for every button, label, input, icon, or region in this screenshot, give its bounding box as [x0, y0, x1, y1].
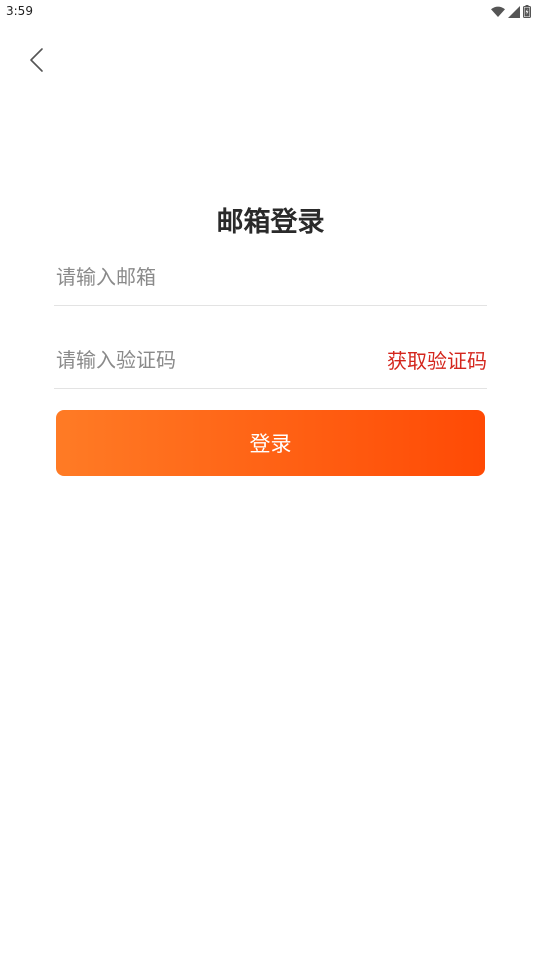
page-title: 邮箱登录 [216, 207, 325, 238]
wifi-icon [491, 3, 505, 22]
signal-icon [508, 3, 520, 22]
verification-code-input[interactable] [54, 331, 356, 388]
status-time: 3:59 [6, 4, 33, 18]
login-button[interactable]: 登录 [56, 410, 485, 476]
back-button[interactable] [22, 44, 52, 76]
chevron-left-icon [22, 48, 52, 80]
login-button-label: 登录 [249, 432, 292, 456]
code-field-container: 获取验证码 [54, 331, 487, 389]
status-bar: 3:59 [0, 0, 541, 24]
battery-icon [523, 3, 531, 22]
email-field-container [54, 248, 489, 306]
get-code-button[interactable]: 获取验证码 [387, 331, 487, 388]
status-icons [491, 3, 531, 22]
email-input[interactable] [54, 248, 489, 305]
